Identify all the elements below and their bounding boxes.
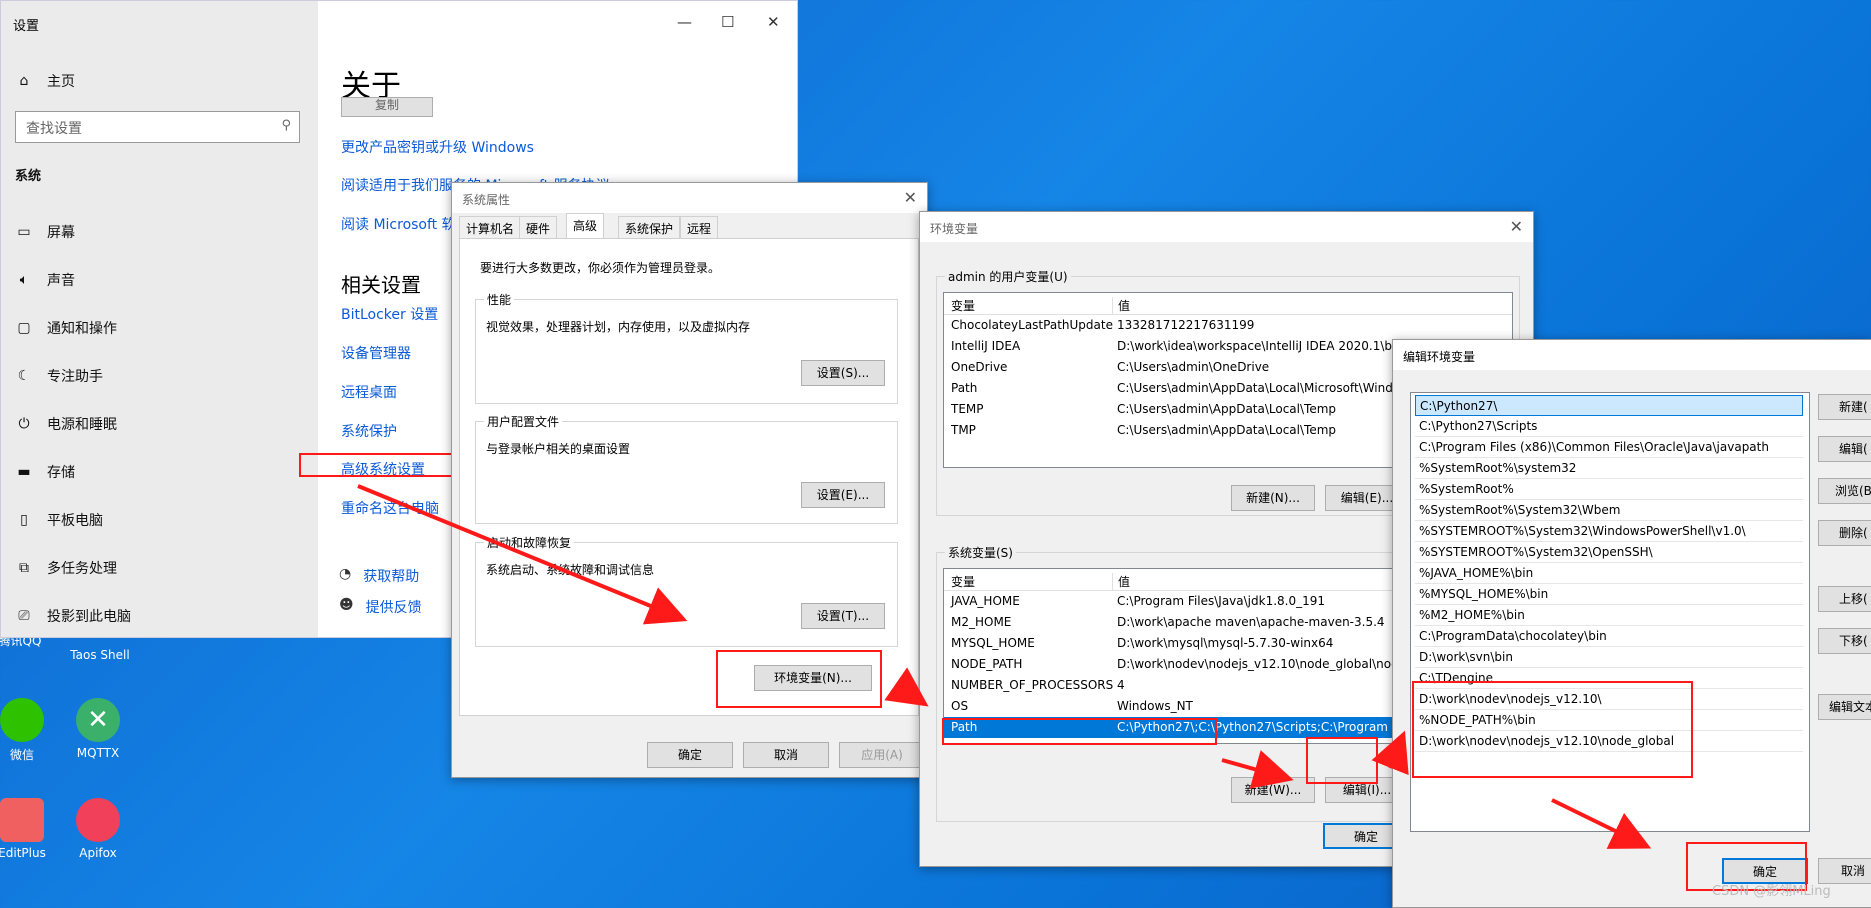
arrow-to-ok <box>1551 798 1652 849</box>
arrow-to-edit-dialog <box>1371 730 1409 776</box>
annotation-arrows <box>357 484 1652 849</box>
arrow-to-env-dialog <box>884 667 929 707</box>
arrow-to-edit-button <box>1221 750 1294 789</box>
watermark: CSDN @影翎MLing <box>1712 884 1831 899</box>
arrow-to-env-button <box>357 484 688 625</box>
